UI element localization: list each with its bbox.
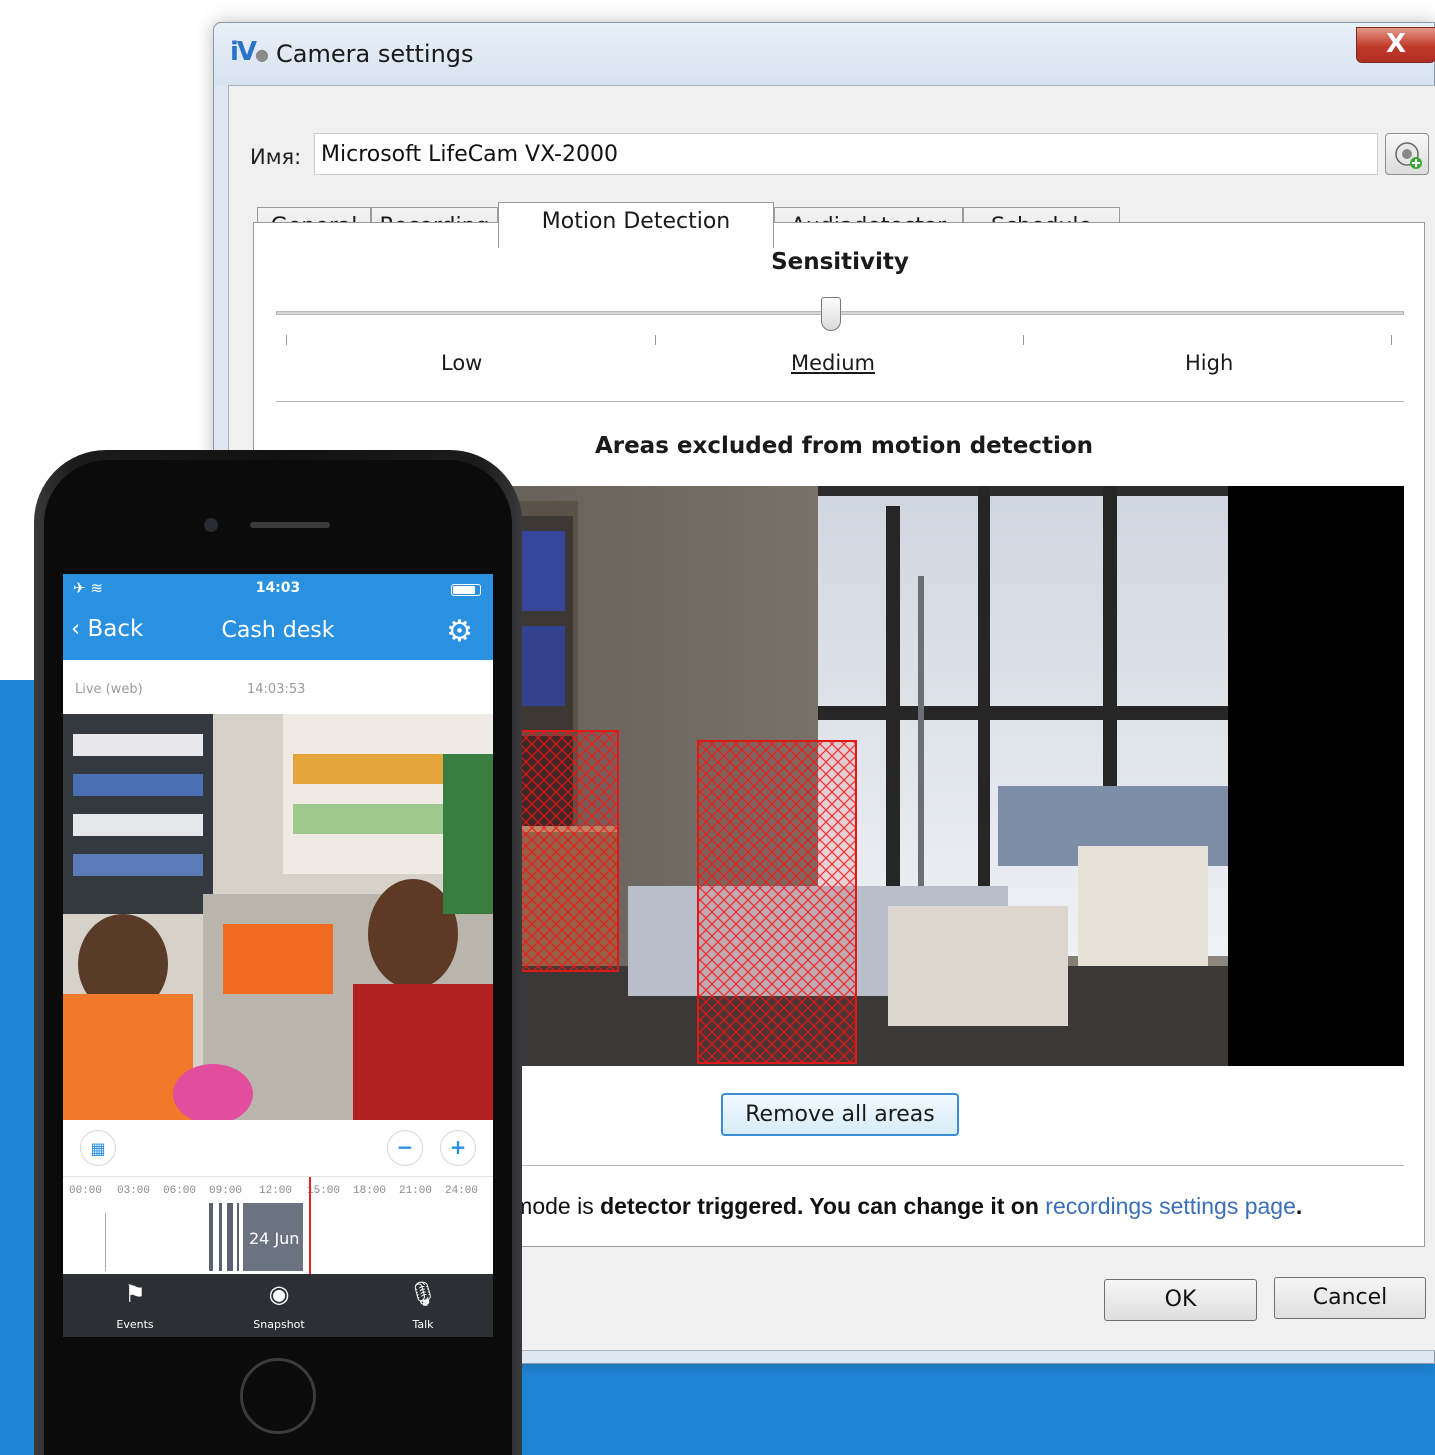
flag-icon: ⚑ <box>124 1280 146 1308</box>
home-button[interactable] <box>240 1358 316 1434</box>
camera-browse-button[interactable] <box>1385 133 1429 175</box>
phone-tab-bar: ⚑ Events ◉ Snapshot 🎙 Talk <box>63 1274 493 1337</box>
section-divider <box>276 401 1404 402</box>
timeline-bars <box>105 1177 311 1275</box>
ok-button[interactable]: OK <box>1104 1279 1257 1321</box>
name-label: Имя: <box>250 145 302 169</box>
status-time: 14:03 <box>255 580 301 596</box>
notice-text: . <box>1295 1193 1303 1219</box>
camera-icon: ◉ <box>268 1280 290 1308</box>
tab-snapshot-label: Snapshot <box>253 1318 305 1331</box>
gear-icon[interactable]: ⚙ <box>446 614 473 649</box>
phone-status-bar: ✈ ≋ 14:03 <box>63 574 493 604</box>
zoom-in-button[interactable]: + <box>440 1130 476 1166</box>
tab-events[interactable]: ⚑ Events <box>85 1274 185 1337</box>
phone-nav-bar: ‹ Back Cash desk ⚙ <box>63 604 493 660</box>
slider-tick <box>286 335 287 345</box>
recording-mode-notice: g mode is detector triggered. You can ch… <box>494 1193 1302 1220</box>
front-camera <box>204 518 218 532</box>
sensitivity-medium-label: Medium <box>791 351 875 375</box>
sensitivity-high-label: High <box>1185 351 1234 375</box>
tab-talk-label: Talk <box>412 1318 434 1331</box>
app-logo-icon: iV● <box>230 37 269 67</box>
tab-snapshot[interactable]: ◉ Snapshot <box>229 1274 329 1337</box>
camera-name-input[interactable] <box>314 133 1378 175</box>
playback-controls-row: ▦ − + <box>63 1120 493 1176</box>
earpiece <box>250 522 330 528</box>
sensitivity-title: Sensitivity <box>771 249 909 275</box>
tab-talk[interactable]: 🎙 Talk <box>373 1274 473 1337</box>
slider-tick <box>1391 335 1392 345</box>
calendar-button[interactable]: ▦ <box>80 1130 116 1166</box>
stage: iV● Camera settings X Имя: General Recor… <box>0 0 1435 1455</box>
calendar-icon: ▦ <box>90 1139 106 1158</box>
slider-tick <box>655 335 656 345</box>
timeline-date: 24 Jun <box>249 1229 300 1248</box>
tab-motion-detection[interactable]: Motion Detection <box>498 202 774 248</box>
window-title: Camera settings <box>276 40 474 68</box>
cash-desk-image <box>63 714 493 1120</box>
camera-title: Cash desk <box>221 618 335 643</box>
microphone-icon: 🎙 <box>407 1280 439 1308</box>
slider-tick <box>1023 335 1024 345</box>
cancel-button[interactable]: Cancel <box>1274 1277 1426 1319</box>
recording-timeline[interactable]: 00:00 03:00 06:00 09:00 12:00 15:00 18:0… <box>63 1176 493 1275</box>
zoom-out-button[interactable]: − <box>387 1130 423 1166</box>
sensitivity-slider-thumb[interactable] <box>821 297 841 331</box>
battery-level-fill <box>453 586 475 594</box>
live-timestamp: 14:03:53 <box>247 682 306 697</box>
close-button[interactable]: X <box>1356 27 1435 63</box>
sensitivity-low-label: Low <box>441 351 483 375</box>
live-info-row: Live (web) 14:03:53 <box>63 660 493 714</box>
battery-icon <box>451 584 481 596</box>
phone-screen: ✈ ≋ 14:03 ‹ Back Cash desk ⚙ Live (web) … <box>63 574 493 1337</box>
live-label: Live (web) <box>75 682 143 697</box>
recordings-settings-link[interactable]: recordings settings page <box>1045 1193 1296 1219</box>
webcam-add-icon <box>1395 142 1422 169</box>
window-titlebar[interactable]: iV● Camera settings X <box>214 23 1435 85</box>
minus-icon: − <box>396 1135 414 1159</box>
plus-icon: + <box>449 1135 467 1159</box>
cash-desk-video[interactable] <box>63 714 493 1120</box>
notice-text: . You can change it on <box>796 1193 1046 1219</box>
remove-all-areas-button[interactable]: Remove all areas <box>721 1093 959 1136</box>
tab-events-label: Events <box>116 1318 154 1331</box>
notice-bold-mode: detector triggered <box>600 1193 797 1219</box>
